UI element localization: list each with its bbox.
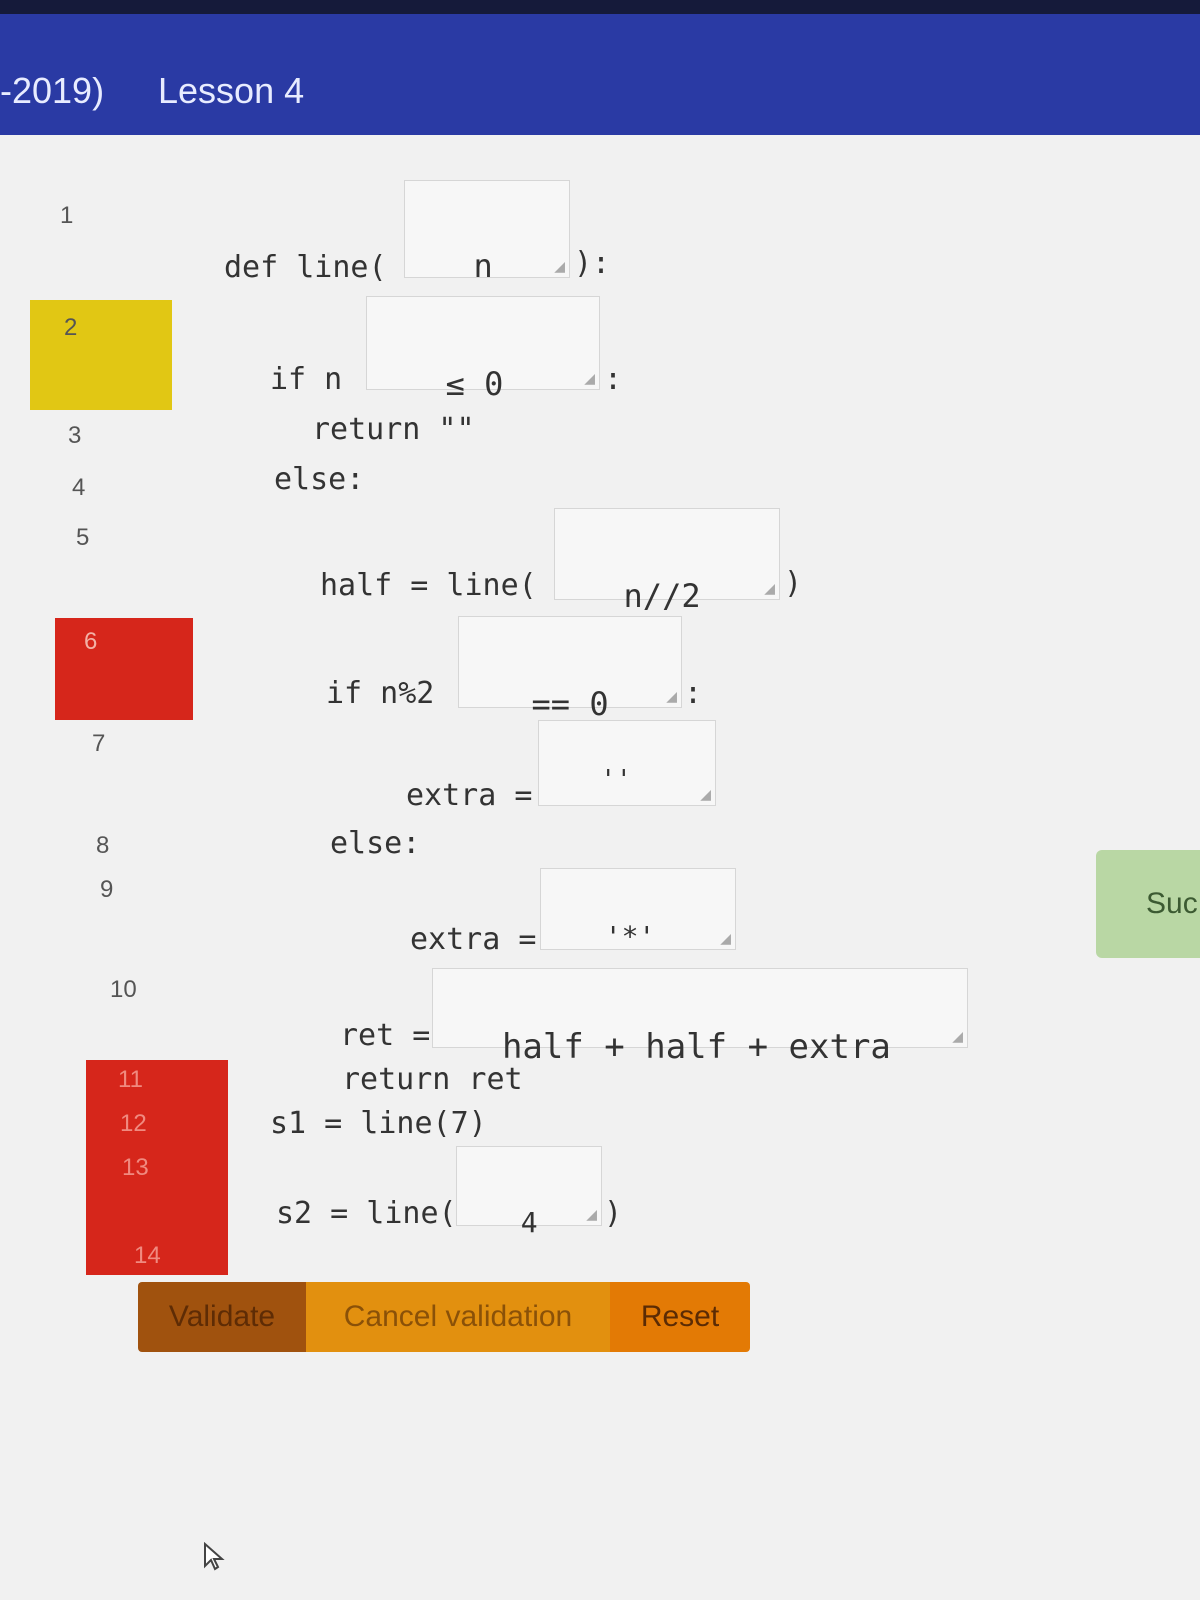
line-number: 14 <box>134 1242 161 1269</box>
code-line-1-prefix: def line( <box>224 250 387 285</box>
resize-grip-icon[interactable]: ◢ <box>700 787 711 803</box>
line-number: 13 <box>122 1154 149 1181</box>
resize-grip-icon[interactable]: ◢ <box>586 1207 597 1223</box>
answer-field-9[interactable]: '*' ◢ <box>540 868 736 953</box>
resize-grip-icon[interactable]: ◢ <box>666 689 677 705</box>
resize-grip-icon[interactable]: ◢ <box>584 371 595 387</box>
resize-grip-icon[interactable]: ◢ <box>764 581 775 597</box>
window-edge <box>0 0 1200 14</box>
line-number: 10 <box>110 976 137 1003</box>
header-bar: -2019) Lesson 4 <box>0 0 1200 135</box>
code-line-7-prefix: extra = <box>406 778 533 813</box>
answer-value: '' <box>600 765 632 795</box>
line-number: 7 <box>92 730 106 757</box>
reset-button[interactable]: Reset <box>610 1282 750 1352</box>
line-number: 9 <box>100 876 114 903</box>
mouse-pointer-icon <box>204 1542 225 1571</box>
code-line-2-suffix: : <box>604 362 623 397</box>
answer-value: 4 <box>520 1206 538 1239</box>
line-number: 11 <box>118 1066 143 1093</box>
answer-value: n <box>473 247 493 285</box>
code-line-3: return "" <box>312 412 475 447</box>
answer-field-13[interactable]: 4 ◢ <box>456 1146 602 1239</box>
answer-field-1[interactable]: n ◢ <box>404 180 570 285</box>
code-line-9-prefix: extra = <box>410 922 537 957</box>
answer-value: half + half + extra <box>501 1027 891 1067</box>
line-highlight-warning <box>30 300 172 410</box>
resize-grip-icon[interactable]: ◢ <box>720 931 731 947</box>
answer-field-5[interactable]: n//2 ◢ <box>554 508 780 615</box>
success-label: Suc <box>1146 887 1198 920</box>
code-line-5-suffix: ) <box>784 566 803 601</box>
code-line-5-prefix: half = line( <box>320 568 537 603</box>
line-number: 4 <box>72 474 86 501</box>
resize-grip-icon[interactable]: ◢ <box>554 259 565 275</box>
code-line-2-prefix: if n <box>270 362 343 397</box>
resize-grip-icon[interactable]: ◢ <box>952 1029 963 1045</box>
answer-field-2[interactable]: ≤ 0 ◢ <box>366 296 600 403</box>
line-number: 6 <box>84 628 98 655</box>
answer-field-10[interactable]: half + half + extra ◢ <box>432 968 968 1067</box>
breadcrumb-course[interactable]: -2019) <box>0 70 104 112</box>
answer-field-7[interactable]: '' ◢ <box>538 720 716 806</box>
code-line-6-suffix: : <box>684 676 703 711</box>
answer-value: n//2 <box>623 577 701 615</box>
code-line-6-prefix: if n%2 <box>326 676 435 711</box>
code-line-12: s1 = line(7) <box>270 1106 487 1141</box>
cancel-validation-button[interactable]: Cancel validation <box>306 1282 610 1352</box>
answer-field-6[interactable]: == 0 ◢ <box>458 616 682 723</box>
answer-value: == 0 <box>531 685 609 723</box>
code-line-13-prefix: s2 = line( <box>276 1196 457 1231</box>
line-number: 12 <box>120 1110 147 1137</box>
action-buttons: Validate Cancel validation Reset <box>138 1282 750 1352</box>
code-line-11: return ret <box>342 1062 523 1097</box>
line-number: 8 <box>96 832 110 859</box>
line-number: 3 <box>68 422 82 449</box>
success-badge: Suc <box>1096 850 1200 958</box>
code-line-8: else: <box>330 826 421 861</box>
code-line-10-prefix: ret = <box>340 1018 431 1053</box>
line-number: 1 <box>60 202 74 229</box>
validate-button[interactable]: Validate <box>138 1282 306 1352</box>
code-line-4: else: <box>274 462 365 497</box>
line-highlight-error <box>55 618 193 720</box>
code-line-13-suffix: ) <box>604 1196 623 1231</box>
answer-value: ≤ 0 <box>445 365 504 403</box>
breadcrumb-lesson[interactable]: Lesson 4 <box>158 70 304 112</box>
line-number: 5 <box>76 524 90 551</box>
answer-value: '*' <box>604 920 656 953</box>
code-line-1-suffix: ): <box>574 246 611 281</box>
line-number: 2 <box>64 314 78 341</box>
